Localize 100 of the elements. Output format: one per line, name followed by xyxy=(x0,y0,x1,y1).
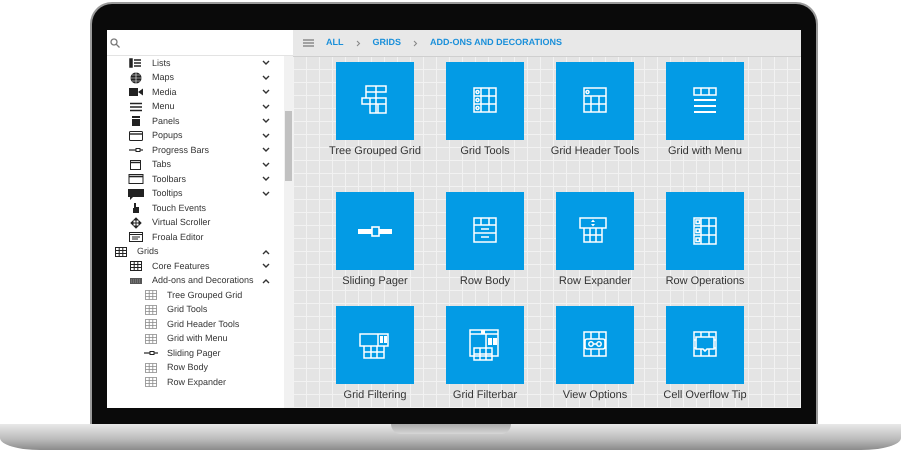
search-icon xyxy=(110,38,120,48)
speech-bubble-icon xyxy=(128,188,144,200)
chevron-down-icon[interactable] xyxy=(262,89,270,96)
tile-label: Grid Tools xyxy=(459,144,511,159)
chevron-up-icon[interactable] xyxy=(262,278,270,284)
example-tile[interactable] xyxy=(336,192,414,270)
tree-item-label: Lists xyxy=(152,56,172,70)
chevron-down-icon[interactable] xyxy=(262,147,270,154)
tile-label: Grid Filterbar xyxy=(452,388,518,403)
list-icon xyxy=(128,57,144,70)
tree-item-label: Menu xyxy=(152,100,176,113)
tile-label: Row Operations xyxy=(664,274,746,289)
tile-label: Grid Header Tools xyxy=(550,144,640,159)
tile-label: Cell Overflow Tip xyxy=(662,388,748,403)
chevron-down-icon[interactable] xyxy=(262,132,270,139)
tree-item[interactable]: Core Features xyxy=(107,259,284,274)
tree-item[interactable]: Grid Header Tools xyxy=(107,317,284,332)
tree-item-label: Toolbars xyxy=(152,172,188,186)
example-tile[interactable] xyxy=(446,192,524,270)
chevron-up-icon[interactable] xyxy=(262,248,270,255)
example-tile[interactable] xyxy=(666,192,744,270)
tree-item-label: Popups xyxy=(152,129,184,142)
tree-item[interactable]: Media xyxy=(107,85,284,100)
chevron-down-icon[interactable] xyxy=(262,104,270,110)
menu-icon xyxy=(128,100,144,113)
chevron-down-icon[interactable] xyxy=(262,190,270,197)
tree-item-label: Progress Bars xyxy=(152,144,210,157)
example-tile[interactable] xyxy=(556,192,634,270)
example-tile[interactable] xyxy=(446,306,524,384)
tree-item-label: Grid Tools xyxy=(167,303,208,316)
tree-item[interactable]: Sliding Pager xyxy=(107,346,284,360)
tree-item[interactable]: Grid with Menu xyxy=(107,332,284,346)
example-tile[interactable] xyxy=(556,306,634,384)
grid-icon xyxy=(143,362,159,374)
toolbar-icon xyxy=(128,173,144,186)
tree-item[interactable]: Popups xyxy=(107,128,284,143)
tree-item[interactable]: Tooltips xyxy=(107,186,284,201)
example-tile[interactable] xyxy=(556,62,634,140)
slider-icon xyxy=(357,226,393,236)
tree-item-label: Core Features xyxy=(152,260,211,272)
tree-item-label: Media xyxy=(152,86,178,98)
tree-item[interactable]: Tabs xyxy=(107,158,284,172)
chevron-down-icon[interactable] xyxy=(262,74,270,81)
window-icon xyxy=(128,231,144,244)
tree-item-label: Tabs xyxy=(152,158,172,171)
chevron-right-icon xyxy=(356,40,360,46)
grid-icon xyxy=(143,332,159,345)
tile-label: Tree Grouped Grid xyxy=(329,144,421,159)
tree-item[interactable]: Progress Bars xyxy=(107,143,284,158)
grid-icon xyxy=(128,260,144,272)
tree-item-label: Add-ons and Decorations xyxy=(152,274,255,287)
tree-item[interactable]: Row Expander xyxy=(107,375,284,390)
tile-label: Grid with Menu xyxy=(667,144,743,159)
tree-item-label: Tooltips xyxy=(152,187,184,200)
tree-item[interactable]: Grids xyxy=(107,244,284,259)
example-tile[interactable] xyxy=(666,306,744,384)
tree-item[interactable]: Froala Editor xyxy=(107,230,284,244)
tile-label: Row Expander xyxy=(558,274,632,289)
tree-item-label: Row Body xyxy=(167,361,210,374)
grid-icon xyxy=(143,304,159,316)
move-icon xyxy=(128,216,144,229)
grid-icon xyxy=(113,246,129,258)
example-tile[interactable] xyxy=(336,62,414,140)
window-icon xyxy=(128,130,144,142)
scrollbar[interactable] xyxy=(284,56,293,408)
grid-icon xyxy=(143,289,159,302)
globe-icon xyxy=(128,72,144,84)
tree-item-label: Sliding Pager xyxy=(167,346,222,360)
menu-icon[interactable] xyxy=(303,39,314,47)
tile-label: View Options xyxy=(562,388,628,403)
tree-item-label: Virtual Scroller xyxy=(152,216,212,229)
tree-item[interactable]: Menu xyxy=(107,100,284,114)
grid-icon xyxy=(143,318,159,330)
tree-item[interactable]: Toolbars xyxy=(107,172,284,186)
example-tile[interactable] xyxy=(336,306,414,384)
tree-item-label: Grids xyxy=(137,245,160,258)
tile-label: Grid Filtering xyxy=(342,388,408,403)
tree-item[interactable]: Tree Grouped Grid xyxy=(107,288,284,302)
tree-item-label: Panels xyxy=(152,114,181,128)
chevron-down-icon[interactable] xyxy=(262,263,270,270)
tree-item[interactable]: Lists xyxy=(107,56,284,70)
chevron-down-icon[interactable] xyxy=(262,60,270,66)
tree-item-label: Froala Editor xyxy=(152,230,205,244)
tree-item[interactable]: Row Body xyxy=(107,360,284,375)
video-camera-icon xyxy=(128,86,144,98)
chevron-down-icon[interactable] xyxy=(262,118,270,124)
tree-item-label: Maps xyxy=(152,71,176,84)
tree-item[interactable]: Add-ons and Decorations xyxy=(107,274,284,288)
chevron-down-icon[interactable] xyxy=(262,162,270,168)
tree-item[interactable]: Touch Events xyxy=(107,201,284,216)
tree-item-label: Grid Header Tools xyxy=(167,318,240,330)
tree-item-label: Touch Events xyxy=(152,202,208,214)
tree-item[interactable]: Maps xyxy=(107,70,284,85)
tree-item[interactable]: Grid Tools xyxy=(107,302,284,317)
tree-item-label: Tree Grouped Grid xyxy=(167,288,244,302)
example-tile[interactable] xyxy=(446,62,524,140)
tree-item[interactable]: Virtual Scroller xyxy=(107,216,284,230)
example-tile[interactable] xyxy=(666,62,744,140)
chevron-down-icon[interactable] xyxy=(262,176,270,182)
tree-item[interactable]: Panels xyxy=(107,114,284,128)
